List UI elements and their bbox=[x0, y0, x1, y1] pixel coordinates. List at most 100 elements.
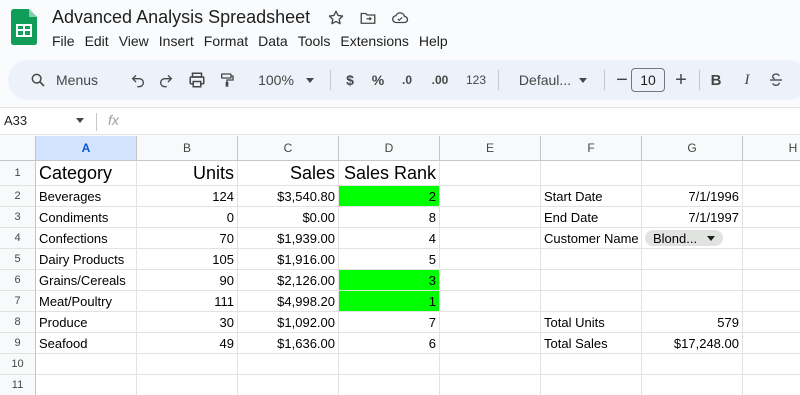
redo-icon[interactable] bbox=[152, 60, 180, 100]
star-icon[interactable] bbox=[326, 8, 346, 28]
cell-g11[interactable] bbox=[642, 375, 743, 395]
cell-e3[interactable] bbox=[440, 207, 541, 228]
cell-f11[interactable] bbox=[541, 375, 642, 395]
cell-d1[interactable]: Sales Rank bbox=[339, 161, 440, 186]
cell-d9[interactable]: 6 bbox=[339, 333, 440, 354]
menu-insert[interactable]: Insert bbox=[154, 33, 199, 49]
percent-format-button[interactable]: % bbox=[364, 60, 392, 100]
cell-f4[interactable]: Customer Name bbox=[541, 228, 642, 249]
cell-d2[interactable]: 2 bbox=[339, 186, 440, 207]
cell-c6[interactable]: $2,126.00 bbox=[238, 270, 339, 291]
cell-h9[interactable] bbox=[743, 333, 800, 354]
cell-h3[interactable] bbox=[743, 207, 800, 228]
cell-h10[interactable] bbox=[743, 354, 800, 375]
cell-e2[interactable] bbox=[440, 186, 541, 207]
cell-e4[interactable] bbox=[440, 228, 541, 249]
cell-e11[interactable] bbox=[440, 375, 541, 395]
document-title[interactable]: Advanced Analysis Spreadsheet bbox=[52, 7, 310, 28]
cell-b10[interactable] bbox=[137, 354, 238, 375]
cell-c10[interactable] bbox=[238, 354, 339, 375]
row-header-5[interactable]: 5 bbox=[0, 249, 36, 270]
font-size-input[interactable]: 10 bbox=[631, 68, 665, 92]
cell-f7[interactable] bbox=[541, 291, 642, 312]
cell-a3[interactable]: Condiments bbox=[36, 207, 137, 228]
cell-d6[interactable]: 3 bbox=[339, 270, 440, 291]
cell-b3[interactable]: 0 bbox=[137, 207, 238, 228]
cell-f5[interactable] bbox=[541, 249, 642, 270]
cell-g3[interactable]: 7/1/1997 bbox=[642, 207, 743, 228]
cell-d5[interactable]: 5 bbox=[339, 249, 440, 270]
cell-g8[interactable]: 579 bbox=[642, 312, 743, 333]
row-header-4[interactable]: 4 bbox=[0, 228, 36, 249]
decrease-decimal-button[interactable]: .0 bbox=[393, 60, 421, 100]
cell-h11[interactable] bbox=[743, 375, 800, 395]
cell-f2[interactable]: Start Date bbox=[541, 186, 642, 207]
number-format-button[interactable]: 123 bbox=[460, 60, 492, 100]
font-family-select[interactable]: Defaul... bbox=[506, 60, 600, 100]
formula-input[interactable] bbox=[136, 112, 786, 132]
cell-c2[interactable]: $3,540.80 bbox=[238, 186, 339, 207]
cell-a2[interactable]: Beverages bbox=[36, 186, 137, 207]
cell-c1[interactable]: Sales bbox=[238, 161, 339, 186]
cell-e9[interactable] bbox=[440, 333, 541, 354]
chevron-down-icon[interactable] bbox=[76, 118, 84, 123]
cell-a1[interactable]: Category bbox=[36, 161, 137, 186]
row-header-8[interactable]: 8 bbox=[0, 312, 36, 333]
cell-c5[interactable]: $1,916.00 bbox=[238, 249, 339, 270]
sheets-logo-icon[interactable] bbox=[11, 9, 37, 45]
cloud-saved-icon[interactable] bbox=[390, 8, 410, 28]
menu-extensions[interactable]: Extensions bbox=[335, 33, 413, 49]
row-header-11[interactable]: 11 bbox=[0, 375, 36, 395]
cell-h2[interactable] bbox=[743, 186, 800, 207]
bold-button[interactable]: B bbox=[702, 60, 730, 100]
column-header-d[interactable]: D bbox=[339, 136, 440, 161]
cell-g1[interactable] bbox=[642, 161, 743, 186]
cell-b11[interactable] bbox=[137, 375, 238, 395]
cell-g10[interactable] bbox=[642, 354, 743, 375]
column-header-b[interactable]: B bbox=[137, 136, 238, 161]
cell-g7[interactable] bbox=[642, 291, 743, 312]
cell-d11[interactable] bbox=[339, 375, 440, 395]
cell-e10[interactable] bbox=[440, 354, 541, 375]
cell-g9[interactable]: $17,248.00 bbox=[642, 333, 743, 354]
increase-decimal-button[interactable]: .00 bbox=[423, 60, 457, 100]
column-header-f[interactable]: F bbox=[541, 136, 642, 161]
row-header-6[interactable]: 6 bbox=[0, 270, 36, 291]
cell-c4[interactable]: $1,939.00 bbox=[238, 228, 339, 249]
print-icon[interactable] bbox=[183, 60, 211, 100]
cell-h6[interactable] bbox=[743, 270, 800, 291]
customer-name-dropdown-chip[interactable]: Blond... bbox=[645, 230, 724, 246]
cell-a6[interactable]: Grains/Cereals bbox=[36, 270, 137, 291]
cell-g2[interactable]: 7/1/1996 bbox=[642, 186, 743, 207]
cell-a10[interactable] bbox=[36, 354, 137, 375]
cell-f9[interactable]: Total Sales bbox=[541, 333, 642, 354]
cell-h7[interactable] bbox=[743, 291, 800, 312]
row-header-1[interactable]: 1 bbox=[0, 161, 36, 186]
menu-help[interactable]: Help bbox=[414, 33, 453, 49]
cell-e7[interactable] bbox=[440, 291, 541, 312]
strikethrough-icon[interactable] bbox=[762, 60, 790, 100]
cell-b4[interactable]: 70 bbox=[137, 228, 238, 249]
cell-c8[interactable]: $1,092.00 bbox=[238, 312, 339, 333]
name-box[interactable]: A33 bbox=[4, 113, 27, 128]
cell-h8[interactable] bbox=[743, 312, 800, 333]
cell-b2[interactable]: 124 bbox=[137, 186, 238, 207]
cell-b7[interactable]: 111 bbox=[137, 291, 238, 312]
cell-h1[interactable] bbox=[743, 161, 800, 186]
move-folder-icon[interactable] bbox=[358, 8, 378, 28]
cell-a9[interactable]: Seafood bbox=[36, 333, 137, 354]
cell-f10[interactable] bbox=[541, 354, 642, 375]
cell-b5[interactable]: 105 bbox=[137, 249, 238, 270]
cell-e8[interactable] bbox=[440, 312, 541, 333]
column-header-e[interactable]: E bbox=[440, 136, 541, 161]
cell-b9[interactable]: 49 bbox=[137, 333, 238, 354]
column-header-c[interactable]: C bbox=[238, 136, 339, 161]
menu-tools[interactable]: Tools bbox=[293, 33, 336, 49]
cell-e6[interactable] bbox=[440, 270, 541, 291]
cell-b8[interactable]: 30 bbox=[137, 312, 238, 333]
cell-a5[interactable]: Dairy Products bbox=[36, 249, 137, 270]
cell-d8[interactable]: 7 bbox=[339, 312, 440, 333]
italic-button[interactable]: I bbox=[733, 60, 761, 100]
menu-file[interactable]: File bbox=[52, 33, 80, 49]
cell-f3[interactable]: End Date bbox=[541, 207, 642, 228]
